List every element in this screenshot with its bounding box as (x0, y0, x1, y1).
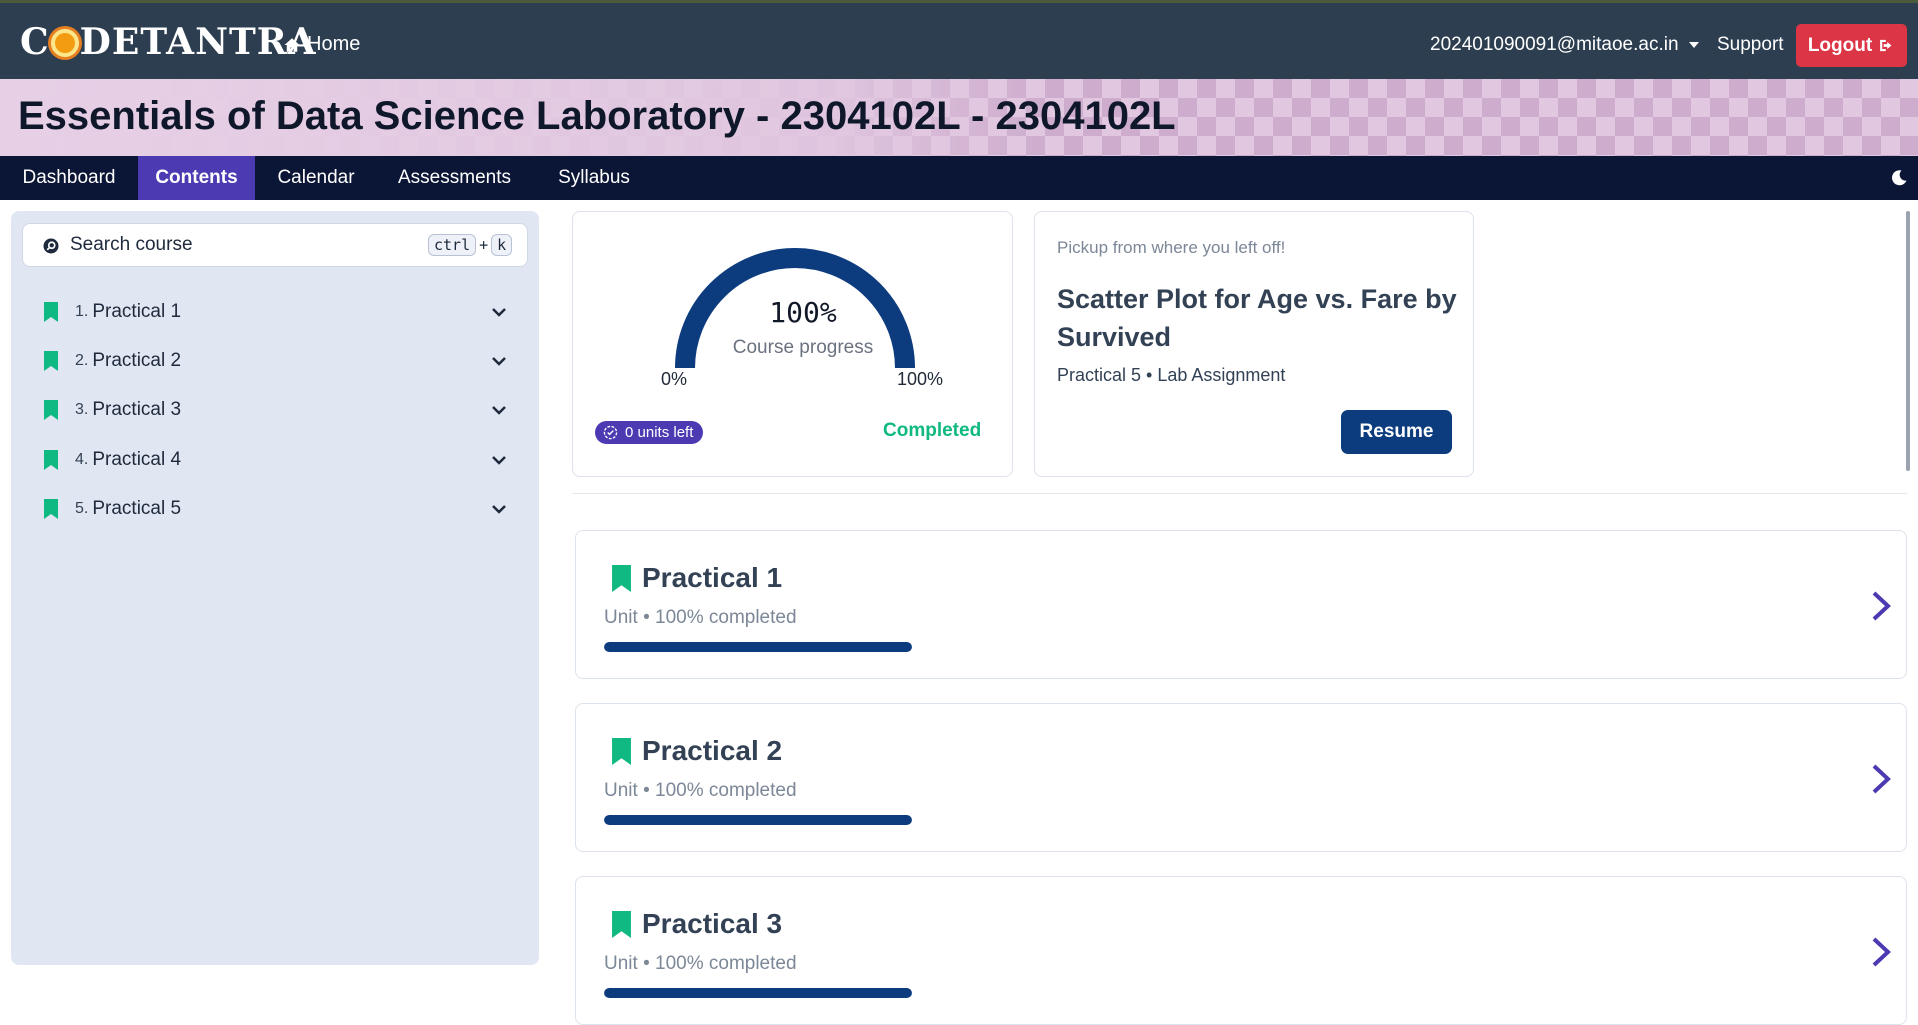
bookmark-icon (44, 450, 58, 470)
sidebar-item-practical-2[interactable]: 2. Practical 2 (44, 343, 522, 379)
sidebar-item-number: 3. (75, 401, 89, 418)
bookmark-icon (44, 351, 58, 371)
sidebar-item-number: 1. (75, 303, 89, 320)
unit-progress-bar (604, 988, 912, 998)
sidebar-item-label: Practical 5 (92, 498, 182, 519)
sign-out-icon (1880, 39, 1892, 52)
bookmark-icon (612, 911, 631, 938)
completion-status: Completed (883, 420, 982, 441)
bookmark-icon (612, 565, 631, 592)
home-label: Home (307, 33, 361, 55)
top-bar: C DETANTRA Home 202401090091@mitaoe.ac.in… (0, 0, 1918, 79)
gauge-min-label: 0% (661, 369, 688, 389)
caret-down-icon (1688, 42, 1699, 48)
sidebar-item-label: Practical 2 (92, 350, 182, 371)
chevron-right-icon[interactable] (1868, 935, 1894, 969)
bookmark-icon (612, 738, 631, 765)
pickup-text: Pickup from where you left off! (1057, 238, 1286, 257)
chevron-right-icon[interactable] (1868, 762, 1894, 796)
chevron-down-icon[interactable] (490, 303, 508, 321)
chevron-down-icon[interactable] (490, 401, 508, 419)
course-banner: Essentials of Data Science Laboratory - … (0, 79, 1918, 156)
sidebar-item-number: 4. (75, 451, 89, 468)
search-placeholder: Search course (70, 234, 193, 255)
gauge-max-label: 100% (897, 369, 944, 389)
search-course-input[interactable]: Search course ctrl + k (22, 223, 528, 267)
unit-progress-bar (604, 815, 912, 825)
logo-text-start: C (20, 21, 50, 63)
chevron-down-icon[interactable] (490, 352, 508, 370)
tab-calendar[interactable]: Calendar (255, 156, 377, 200)
units-left-badge: 0 units left (595, 421, 704, 444)
moon-icon[interactable] (1889, 168, 1909, 188)
unit-progress-fill (604, 815, 912, 825)
logout-label: Logout (1807, 34, 1873, 56)
units-left-text: 0 units left (625, 424, 694, 441)
keyboard-shortcut: ctrl + k (428, 234, 513, 256)
chevron-right-icon[interactable] (1868, 589, 1894, 623)
search-icon (43, 238, 59, 254)
sidebar-item-number: 5. (75, 500, 89, 517)
progress-percent: 100% (769, 296, 837, 329)
user-email: 202401090091@mitaoe.ac.in (1430, 34, 1679, 55)
unit-meta: Unit • 100% completed (604, 607, 797, 628)
sidebar-item-practical-1[interactable]: 1. Practical 1 (44, 294, 522, 330)
resume-item-title: Scatter Plot for Age vs. Fare by Survive… (1057, 284, 1457, 352)
course-sidebar: Search course ctrl + k 1. Practical 1 2.… (11, 211, 539, 965)
content-scrollbar[interactable] (1906, 211, 1910, 471)
unit-card-practical-3[interactable]: Practical 3 Unit • 100% completed (575, 876, 1907, 1025)
bookmark-icon (44, 302, 58, 322)
codetantra-logo[interactable]: C DETANTRA (20, 21, 317, 63)
tab-syllabus[interactable]: Syllabus (532, 156, 656, 200)
user-menu-dropdown[interactable]: 202401090091@mitaoe.ac.in (1430, 34, 1699, 56)
unit-card-practical-2[interactable]: Practical 2 Unit • 100% completed (575, 703, 1907, 852)
resume-button[interactable]: Resume (1341, 410, 1452, 454)
sidebar-item-label: Practical 4 (92, 449, 182, 470)
section-divider (572, 493, 1907, 494)
sun-icon (50, 29, 79, 57)
home-icon (284, 37, 300, 52)
unit-title: Practical 2 (642, 735, 783, 766)
course-title: Essentials of Data Science Laboratory - … (18, 94, 1176, 138)
course-progress-card: 100% Course progress 0% 100% 0 units lef… (572, 211, 1013, 477)
shortcut-key-k: k (491, 234, 513, 256)
unit-progress-fill (604, 642, 912, 652)
course-nav: Dashboard Contents Calendar Assessments … (0, 156, 1918, 200)
clock-check-icon (603, 425, 618, 440)
logo-text-end: DETANTRA (79, 21, 317, 63)
unit-meta: Unit • 100% completed (604, 953, 797, 974)
logout-button[interactable]: Logout (1796, 24, 1907, 67)
resume-item-meta: Practical 5 • Lab Assignment (1057, 365, 1286, 385)
sidebar-item-practical-3[interactable]: 3. Practical 3 (44, 392, 522, 428)
bookmark-icon (44, 499, 58, 519)
bookmark-icon (44, 400, 58, 420)
tab-dashboard[interactable]: Dashboard (0, 156, 138, 200)
unit-progress-bar (604, 642, 912, 652)
unit-title: Practical 1 (642, 562, 783, 593)
unit-title: Practical 3 (642, 908, 783, 939)
sidebar-item-number: 2. (75, 352, 89, 369)
home-link[interactable]: Home (283, 33, 360, 56)
sidebar-item-practical-5[interactable]: 5. Practical 5 (44, 491, 522, 527)
shortcut-plus: + (479, 236, 489, 254)
shortcut-key-ctrl: ctrl (428, 234, 477, 256)
unit-card-practical-1[interactable]: Practical 1 Unit • 100% completed (575, 530, 1907, 679)
unit-meta: Unit • 100% completed (604, 780, 797, 801)
tab-assessments[interactable]: Assessments (377, 156, 532, 200)
chevron-down-icon[interactable] (490, 451, 508, 469)
support-link[interactable]: Support (1717, 34, 1784, 56)
progress-label: Course progress (732, 337, 874, 358)
tab-contents[interactable]: Contents (138, 156, 255, 200)
sidebar-item-practical-4[interactable]: 4. Practical 4 (44, 442, 522, 478)
resume-card: Pickup from where you left off! Scatter … (1034, 211, 1474, 477)
sidebar-item-label: Practical 1 (92, 301, 182, 322)
unit-progress-fill (604, 988, 912, 998)
chevron-down-icon[interactable] (490, 500, 508, 518)
sidebar-item-label: Practical 3 (92, 399, 182, 420)
